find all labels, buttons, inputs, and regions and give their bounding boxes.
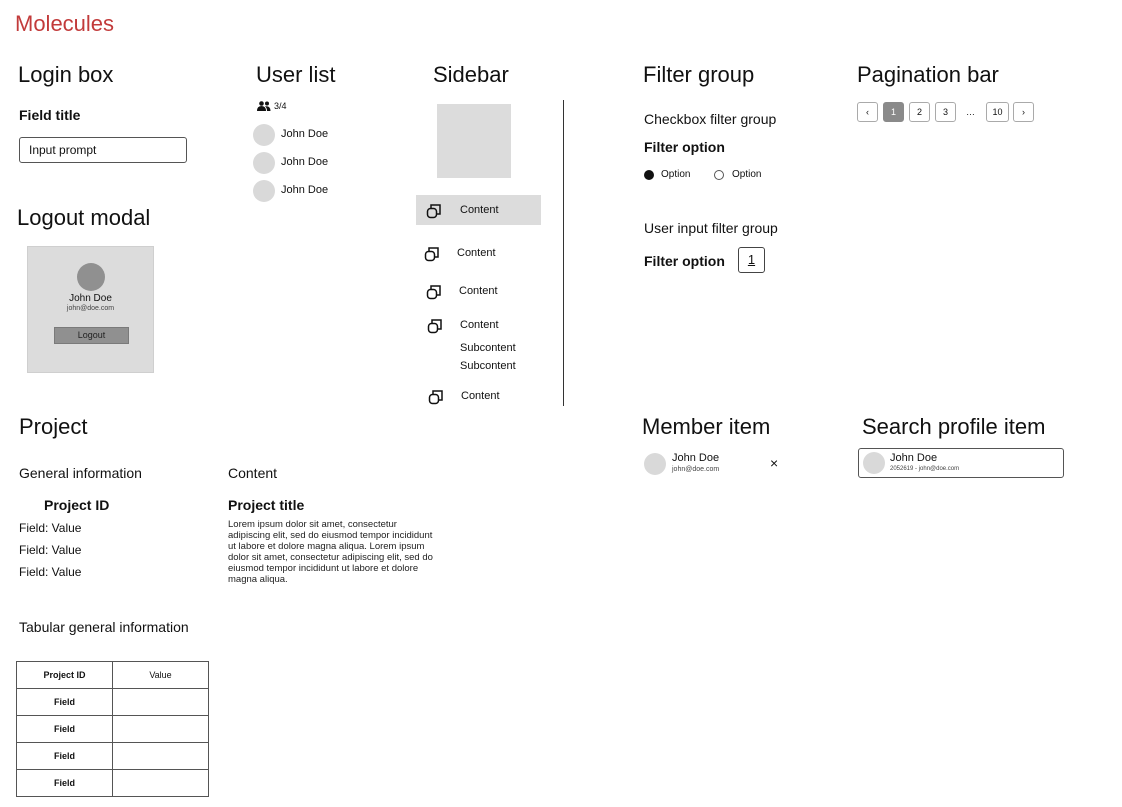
table-row: Project ID Value: [16, 661, 209, 689]
user-list-item[interactable]: John Doe: [281, 184, 328, 196]
member-item-heading: Member item: [642, 414, 771, 439]
pagination-ellipsis: …: [966, 107, 975, 117]
avatar: [644, 453, 666, 475]
next-page-button[interactable]: ›: [1013, 102, 1034, 122]
table-cell: [112, 715, 209, 743]
cube-icon: [424, 247, 439, 262]
user-list-item[interactable]: John Doe: [281, 128, 328, 140]
table-header-cell: Value: [112, 661, 209, 689]
sidebar-item-label[interactable]: Content: [461, 390, 500, 402]
project-id-label: Project ID: [44, 497, 110, 513]
radio-option-label: Option: [661, 169, 691, 180]
table-cell: [112, 688, 209, 716]
sidebar-subitem[interactable]: Subcontent: [460, 360, 516, 372]
table-row: Field: [16, 688, 209, 716]
page-button-active[interactable]: 1: [883, 102, 904, 122]
remove-member-icon[interactable]: ×: [770, 455, 778, 471]
table-cell: [112, 742, 209, 770]
table-row: Field: [16, 715, 209, 743]
profile-name: John Doe: [890, 452, 938, 464]
sidebar-divider: [563, 100, 564, 406]
login-box-heading: Login box: [18, 62, 114, 87]
project-description: Lorem ipsum dolor sit amet, consectetur …: [228, 519, 433, 585]
user-count: 3/4: [274, 101, 287, 111]
logout-modal-heading: Logout modal: [17, 205, 151, 230]
modal-user-name: John Doe: [69, 293, 112, 304]
filter-number-input[interactable]: 1: [738, 247, 765, 273]
field-value: Field: Value: [19, 521, 82, 535]
sidebar-subitem[interactable]: Subcontent: [460, 342, 516, 354]
content-label: Content: [228, 465, 278, 481]
table-cell: Field: [16, 742, 113, 770]
page-title: Molecules: [15, 11, 115, 36]
page-button[interactable]: 3: [935, 102, 956, 122]
user-list-item[interactable]: John Doe: [281, 156, 328, 168]
cube-icon: [426, 285, 441, 300]
field-value: Field: Value: [19, 543, 82, 557]
sidebar-image-placeholder: [437, 104, 511, 178]
prev-page-button[interactable]: ‹: [857, 102, 878, 122]
logout-button[interactable]: Logout: [54, 327, 129, 344]
pagination-heading: Pagination bar: [857, 62, 999, 87]
logout-modal: John Doe john@doe.com Logout: [27, 246, 154, 373]
filter-input-label: Filter option: [644, 253, 725, 269]
sidebar-heading: Sidebar: [433, 62, 509, 87]
user-list-heading: User list: [256, 62, 336, 87]
profile-detail: 2052619 - john@doe.com: [890, 466, 960, 472]
field-value: Field: Value: [19, 565, 82, 579]
avatar: [77, 263, 105, 291]
table-row: Field: [16, 742, 209, 770]
project-title: Project title: [228, 497, 305, 513]
table-row: Field: [16, 769, 209, 797]
filter-option-label: Filter option: [644, 139, 725, 155]
sidebar-item-label[interactable]: Content: [459, 285, 498, 297]
sidebar-item-label[interactable]: Content: [460, 204, 499, 216]
modal-user-email: john@doe.com: [66, 305, 115, 312]
table-cell: [112, 769, 209, 797]
page-button[interactable]: 2: [909, 102, 930, 122]
user-input-filter-title: User input filter group: [644, 220, 778, 236]
filter-group-heading: Filter group: [643, 62, 755, 87]
general-info-title: General information: [19, 465, 142, 481]
cube-icon: [426, 204, 441, 219]
radio-option-label: Option: [732, 169, 762, 180]
users-icon: [257, 101, 271, 111]
avatar: [863, 452, 885, 474]
avatar: [253, 180, 275, 202]
cube-icon: [427, 319, 442, 334]
table-cell: Field: [16, 688, 113, 716]
search-profile-item[interactable]: John Doe 2052619 - john@doe.com: [858, 448, 1064, 478]
radio-selected[interactable]: [644, 170, 654, 180]
cube-icon: [428, 390, 443, 405]
info-table: Project ID Value Field Field Field Field: [16, 661, 209, 797]
member-name: John Doe: [672, 452, 720, 464]
table-cell: Field: [16, 715, 113, 743]
avatar: [253, 152, 275, 174]
field-title: Field title: [19, 107, 81, 123]
member-email: john@doe.com: [672, 466, 720, 473]
search-profile-heading: Search profile item: [862, 414, 1046, 439]
radio-unselected[interactable]: [714, 170, 724, 180]
checkbox-filter-title: Checkbox filter group: [644, 111, 777, 127]
table-header-cell: Project ID: [16, 661, 113, 689]
tabular-info-title: Tabular general information: [19, 619, 189, 635]
last-page-button[interactable]: 10: [986, 102, 1009, 122]
table-cell: Field: [16, 769, 113, 797]
project-heading: Project: [19, 414, 88, 439]
avatar: [253, 124, 275, 146]
sidebar-item-label[interactable]: Content: [457, 247, 496, 259]
login-input[interactable]: Input prompt: [19, 137, 187, 163]
sidebar-item-label[interactable]: Content: [460, 319, 499, 331]
